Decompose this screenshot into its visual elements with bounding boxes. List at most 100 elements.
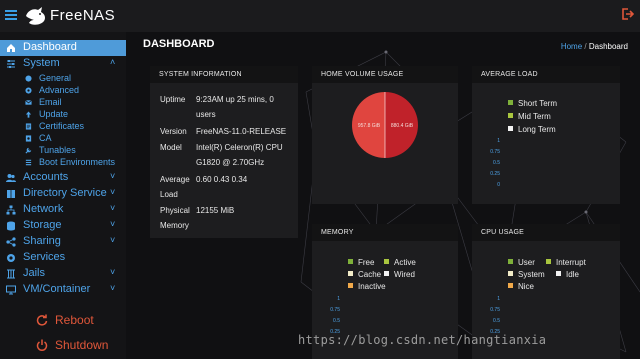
y-tick: 0.5 xyxy=(493,318,500,324)
chevron-down-icon: ˅ xyxy=(110,171,116,181)
sidebar-item-services[interactable]: Services xyxy=(0,250,126,266)
volume-pie-chart: 957.8 GiB 880.4 GiB xyxy=(352,92,418,158)
y-tick: 0.75 xyxy=(490,307,500,313)
sidebar-item-accounts[interactable]: Accounts ˅ xyxy=(0,170,126,186)
sidebar-subitem-label: Update xyxy=(39,109,69,119)
sidebar-item-sharing[interactable]: Sharing ˅ xyxy=(0,234,126,250)
legend-item-interrupt: Interrupt xyxy=(546,258,586,267)
sidebar-subitem-advanced[interactable]: Advanced xyxy=(0,85,126,97)
average-load-value: 0.60 0.43 0.34 xyxy=(196,175,248,184)
sidebar-item-label: Jails xyxy=(23,267,46,279)
physical-memory-value: 12155 MiB xyxy=(196,206,235,215)
sidebar-item-vm-container[interactable]: VM/Container ˅ xyxy=(0,282,126,298)
card-title: MEMORY xyxy=(321,229,354,236)
pie-label-left: 957.8 GiB xyxy=(358,123,381,129)
card-header: CPU USAGE xyxy=(472,224,620,241)
book-icon xyxy=(7,190,15,198)
certificate-icon xyxy=(25,123,32,130)
y-tick: 0.75 xyxy=(490,149,500,155)
hamburger-menu-icon[interactable] xyxy=(5,8,17,22)
reboot-icon xyxy=(36,314,48,326)
breadcrumb-home-link[interactable]: Home xyxy=(561,42,582,51)
sidebar-subitem-label: CA xyxy=(39,133,52,143)
main-content: DASHBOARD Home / Dashboard SYSTEM INFORM… xyxy=(126,32,640,359)
legend-swatch xyxy=(546,259,551,264)
legend-swatch xyxy=(384,259,389,264)
shutdown-button[interactable]: Shutdown xyxy=(0,337,126,355)
monitor-icon xyxy=(6,285,16,295)
sidebar-subitem-certificates[interactable]: Certificates xyxy=(0,121,126,133)
logout-icon[interactable] xyxy=(620,7,634,21)
freenas-logo-icon xyxy=(26,7,45,25)
chevron-up-icon: ˄ xyxy=(110,57,116,67)
y-tick: 0.5 xyxy=(333,318,340,324)
legend-item-wired: Wired xyxy=(384,270,415,279)
sidebar-subitem-label: Certificates xyxy=(39,121,85,131)
legend-label: Short Term xyxy=(518,99,557,108)
model-value-line-1: Intel(R) Celeron(R) CPU xyxy=(196,143,283,152)
legend-item-inactive: Inactive xyxy=(348,282,386,291)
y-tick: 1 xyxy=(497,296,500,302)
sidebar-subitem-email[interactable]: Email xyxy=(0,97,126,109)
legend-swatch xyxy=(348,271,353,276)
brand-name: FreeNAS xyxy=(50,7,116,24)
legend-swatch xyxy=(508,271,513,276)
legend-item-long-term: Long Term xyxy=(508,125,556,134)
average-load-label-line-1: Average xyxy=(160,175,190,184)
legend-item-idle: Idle xyxy=(556,270,579,279)
legend-item-mid-term: Mid Term xyxy=(508,112,551,121)
sidebar-item-network[interactable]: Network ˅ xyxy=(0,202,126,218)
reboot-label: Reboot xyxy=(55,313,94,327)
y-tick: 1 xyxy=(497,138,500,144)
chevron-down-icon: ˅ xyxy=(110,267,116,277)
card-header: MEMORY xyxy=(312,224,458,241)
card-header: SYSTEM INFORMATION xyxy=(150,66,298,83)
legend-label: Wired xyxy=(394,270,415,279)
legend-item-cache: Cache xyxy=(348,270,381,279)
sidebar-item-jails[interactable]: Jails ˅ xyxy=(0,266,126,282)
sidebar-subitem-label: Boot Environments xyxy=(39,157,116,167)
email-icon xyxy=(25,100,32,105)
chevron-down-icon: ˅ xyxy=(110,283,116,293)
home-icon xyxy=(7,44,15,52)
legend-label: Idle xyxy=(566,270,579,279)
uptime-label: Uptime xyxy=(160,95,186,104)
legend-label: Mid Term xyxy=(518,112,551,121)
sidebar: Dashboard System ˄ General Advanced Emai… xyxy=(0,32,126,359)
legend-swatch xyxy=(508,100,513,105)
legend-label: Active xyxy=(394,258,416,267)
legend-item-free: Free xyxy=(348,258,374,267)
sidebar-subitem-ca[interactable]: CA xyxy=(0,133,126,145)
page-title: DASHBOARD xyxy=(143,38,215,50)
sidebar-subitem-tunables[interactable]: Tunables xyxy=(0,145,126,157)
sidebar-item-dashboard[interactable]: Dashboard xyxy=(0,40,126,56)
y-tick: 0.25 xyxy=(490,171,500,177)
share-icon xyxy=(6,237,16,247)
legend-label: User xyxy=(518,258,535,267)
sidebar-item-storage[interactable]: Storage ˅ xyxy=(0,218,126,234)
legend-swatch xyxy=(508,259,513,264)
power-icon xyxy=(36,339,48,351)
legend-label: Interrupt xyxy=(556,258,586,267)
uptime-value-line-2: users xyxy=(196,110,216,119)
card-header: HOME VOLUME USAGE xyxy=(312,66,458,83)
average-load-label-line-2: Load xyxy=(160,190,178,199)
chevron-down-icon: ˅ xyxy=(110,219,116,229)
home-volume-usage-card: HOME VOLUME USAGE 957.8 GiB 880.4 GiB xyxy=(312,66,458,204)
database-icon xyxy=(7,221,15,231)
sidebar-item-system[interactable]: System ˄ xyxy=(0,56,126,72)
sidebar-subitem-boot-environments[interactable]: Boot Environments xyxy=(0,157,126,169)
list-icon xyxy=(25,159,32,166)
card-title: AVERAGE LOAD xyxy=(481,71,538,78)
sidebar-subitem-general[interactable]: General xyxy=(0,73,126,85)
sliders-icon xyxy=(7,60,15,68)
network-icon xyxy=(6,205,16,215)
sidebar-item-label: Services xyxy=(23,251,66,263)
sidebar-item-directory-service[interactable]: Directory Service ˅ xyxy=(0,186,126,202)
sidebar-subitem-update[interactable]: Update xyxy=(0,109,126,121)
sidebar-subitem-label: Tunables xyxy=(39,145,76,155)
reboot-button[interactable]: Reboot xyxy=(0,312,126,330)
chevron-down-icon: ˅ xyxy=(110,203,116,213)
uptime-value-line-1: 9:23AM up 25 mins, 0 xyxy=(196,95,274,104)
breadcrumb-separator: / xyxy=(584,42,587,51)
